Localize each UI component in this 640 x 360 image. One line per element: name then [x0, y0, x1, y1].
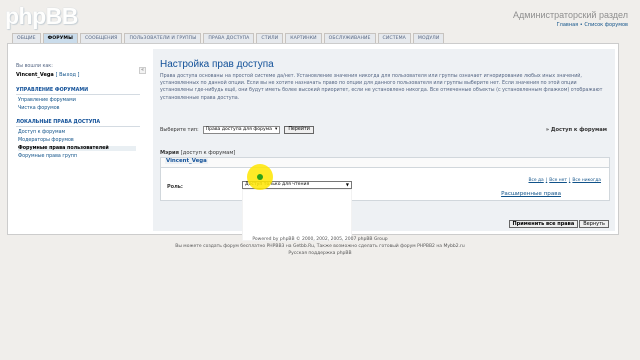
sidebar-item-user-forum-permissions[interactable]: Форумные права пользователей	[18, 146, 136, 151]
sidebar: « Вы вошли как: Vincent_Vega [ Выход ] У…	[12, 49, 152, 229]
user-legend: Vincent_Vega	[165, 158, 208, 164]
admin-panel: « Вы вошли как: Vincent_Vega [ Выход ] У…	[7, 43, 619, 241]
admin-panel-title: Администраторский раздел	[513, 10, 628, 20]
user-permissions-fieldset: Роль: Все да | Все нет | Все никогда Расши…	[160, 157, 610, 241]
forum-subtitle: [доступ к форумам]	[180, 150, 236, 156]
header-links-text[interactable]: Главная • Список форумов	[557, 22, 628, 28]
footer-powered-by: Powered by phpBB © 2000, 2002, 2005, 200…	[252, 237, 388, 242]
separator: |	[545, 178, 548, 183]
forum-name: Мэрия	[160, 150, 179, 156]
logout-link[interactable]: [ Выход ]	[56, 72, 80, 78]
separator: |	[568, 178, 571, 183]
permission-type-select[interactable]: Права доступа для форума ▾	[202, 126, 281, 134]
sidebar-heading-local-permissions: ЛОКАЛЬНЫЕ ПРАВА ДОСТУПА	[16, 120, 140, 127]
sidebar-item-group-forum-permissions[interactable]: Форумные права групп	[18, 154, 136, 159]
fieldset-body: Роль: Все да | Все нет | Все никогда Расши…	[161, 167, 609, 241]
phpbb-logo: phpBB	[5, 3, 78, 29]
all-no-link[interactable]: Все нет	[549, 178, 567, 183]
sidebar-item-manage-forums[interactable]: Управление форумами	[18, 98, 136, 103]
tab-maintenance[interactable]: ОБСЛУЖИВАНИЕ	[323, 33, 376, 43]
main-content: Настройка прав доступа Права доступа осн…	[153, 49, 615, 241]
footer-support-link[interactable]: Русская поддержка phpBB	[0, 250, 640, 257]
sidebar-item-forum-access[interactable]: Доступ к форумам	[18, 130, 136, 135]
forum-heading: Мэрия [доступ к форумам]	[160, 150, 235, 156]
chevron-down-icon: ▾	[275, 127, 278, 132]
header-links[interactable]: Главная • Список форумов	[557, 22, 628, 28]
all-never-link[interactable]: Все никогда	[572, 178, 601, 183]
go-button[interactable]: Перейти	[284, 126, 314, 134]
logged-in-label: Вы вошли как:	[16, 64, 53, 69]
page-title: Настройка прав доступа	[160, 59, 274, 70]
tab-images[interactable]: КАРТИНКИ	[285, 33, 322, 43]
reset-button[interactable]: Вернуть	[579, 220, 609, 228]
quick-set-links: Все да | Все нет | Все никогда	[529, 178, 602, 183]
tab-styles[interactable]: СТИЛИ	[256, 33, 284, 43]
advanced-permissions-link[interactable]: Расширенные права	[501, 191, 561, 197]
username[interactable]: Vincent_Vega	[16, 72, 54, 78]
current-user: Vincent_Vega [ Выход ]	[16, 72, 80, 78]
page-description: Права доступа основаны на простой систем…	[160, 74, 603, 101]
tab-permissions[interactable]: ПРАВА ДОСТУПА	[203, 33, 255, 43]
permission-type-value: Права доступа для форума	[205, 127, 272, 132]
tab-posting[interactable]: СООБЩЕНИЯ	[79, 33, 123, 43]
tab-general[interactable]: ОБЩИЕ	[12, 33, 41, 43]
tab-users-groups[interactable]: ПОЛЬЗОВАТЕЛИ И ГРУППЫ	[124, 33, 202, 43]
select-type-label: Выберите тип:	[160, 127, 199, 133]
sidebar-heading-forum-management: УПРАВЛЕНИЕ ФОРУМАМИ	[16, 88, 140, 95]
footer: Powered by phpBB © 2000, 2002, 2005, 200…	[0, 236, 640, 257]
role-dropdown-list[interactable]	[242, 189, 352, 241]
collapse-sidebar-icon[interactable]: «	[139, 67, 146, 74]
footer-hosting-note[interactable]: Вы можете создать форум бесплатно PHPBB3…	[0, 243, 640, 250]
tab-modules[interactable]: МОДУЛИ	[412, 33, 445, 43]
role-label: Роль:	[167, 184, 183, 190]
type-selector: Выберите тип: Права доступа для форума ▾…	[160, 126, 314, 134]
sidebar-item-forum-moderators[interactable]: Модераторы форумов	[18, 138, 136, 143]
tab-forums[interactable]: ФОРУМЫ	[42, 33, 78, 43]
sidebar-item-prune-forums[interactable]: Чистка форумов	[18, 106, 136, 111]
chevron-down-icon: ▼	[345, 182, 349, 187]
form-actions: Применить все права Вернуть	[508, 220, 609, 228]
main-tabs: ОБЩИЕ ФОРУМЫ СООБЩЕНИЯ ПОЛЬЗОВАТЕЛИ И ГР…	[12, 33, 445, 43]
apply-all-button[interactable]: Применить все права	[508, 220, 579, 228]
tab-system[interactable]: СИСТЕМА	[377, 33, 411, 43]
forum-permissions-link[interactable]: » Доступ к форумам	[546, 127, 607, 133]
all-yes-link[interactable]: Все да	[529, 178, 544, 183]
mouse-pointer-icon	[257, 174, 263, 180]
